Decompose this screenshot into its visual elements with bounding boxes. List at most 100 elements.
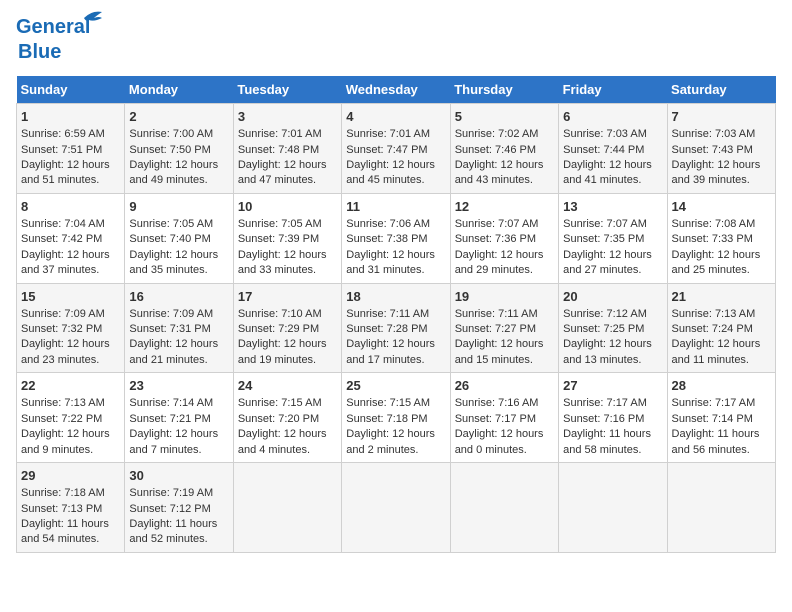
sunset-label: Sunset: 7:12 PM: [129, 503, 210, 515]
calendar-cell: 12Sunrise: 7:07 AMSunset: 7:36 PMDayligh…: [450, 193, 558, 283]
calendar-cell: 21Sunrise: 7:13 AMSunset: 7:24 PMDayligh…: [667, 283, 775, 373]
day-number: 20: [563, 288, 662, 306]
sunset-label: Sunset: 7:48 PM: [238, 144, 319, 156]
sunrise-label: Sunrise: 7:10 AM: [238, 308, 322, 320]
daylight-label: Daylight: 12 hours and 11 minutes.: [672, 338, 761, 365]
daylight-label: Daylight: 12 hours and 17 minutes.: [346, 338, 435, 365]
calendar-cell: 23Sunrise: 7:14 AMSunset: 7:21 PMDayligh…: [125, 373, 233, 463]
sunset-label: Sunset: 7:35 PM: [563, 233, 644, 245]
sunrise-label: Sunrise: 7:03 AM: [563, 128, 647, 140]
calendar-cell: 2Sunrise: 7:00 AMSunset: 7:50 PMDaylight…: [125, 104, 233, 194]
day-number: 23: [129, 377, 228, 395]
sunrise-label: Sunrise: 7:13 AM: [672, 308, 756, 320]
header-tuesday: Tuesday: [233, 76, 341, 104]
sunset-label: Sunset: 7:13 PM: [21, 503, 102, 515]
day-number: 11: [346, 198, 445, 216]
daylight-label: Daylight: 12 hours and 13 minutes.: [563, 338, 652, 365]
daylight-label: Daylight: 12 hours and 7 minutes.: [129, 428, 218, 455]
sunset-label: Sunset: 7:44 PM: [563, 144, 644, 156]
sunrise-label: Sunrise: 7:11 AM: [346, 308, 429, 320]
daylight-label: Daylight: 11 hours and 58 minutes.: [563, 428, 651, 455]
sunrise-label: Sunrise: 7:01 AM: [346, 128, 430, 140]
calendar-cell: 3Sunrise: 7:01 AMSunset: 7:48 PMDaylight…: [233, 104, 341, 194]
sunrise-label: Sunrise: 7:09 AM: [21, 308, 105, 320]
sunset-label: Sunset: 7:25 PM: [563, 323, 644, 335]
sunrise-label: Sunrise: 7:01 AM: [238, 128, 322, 140]
daylight-label: Daylight: 12 hours and 29 minutes.: [455, 249, 544, 276]
calendar-cell: [667, 463, 775, 553]
sunset-label: Sunset: 7:40 PM: [129, 233, 210, 245]
sunrise-label: Sunrise: 7:05 AM: [129, 218, 213, 230]
calendar-week-3: 15 Sunrise: 7:09 AM Sunset: 7:32 PM Dayligh…: [17, 283, 776, 373]
day-number: 21: [672, 288, 771, 306]
day-number: 30: [129, 467, 228, 485]
daylight-label: Daylight: 12 hours and 19 minutes.: [238, 338, 327, 365]
sunset-label: Sunset: 7:46 PM: [455, 144, 536, 156]
sunset-label: Sunset: 7:28 PM: [346, 323, 427, 335]
calendar-cell: 28Sunrise: 7:17 AMSunset: 7:14 PMDayligh…: [667, 373, 775, 463]
sunrise-label: Sunrise: 7:12 AM: [563, 308, 647, 320]
sunrise-label: Sunrise: 7:09 AM: [129, 308, 213, 320]
sunset-label: Sunset: 7:32 PM: [21, 323, 102, 335]
daylight-label: Daylight: 12 hours and 0 minutes.: [455, 428, 544, 455]
calendar-cell: 17Sunrise: 7:10 AMSunset: 7:29 PMDayligh…: [233, 283, 341, 373]
calendar-cell: 8Sunrise: 7:04 AMSunset: 7:42 PMDaylight…: [17, 193, 125, 283]
calendar-cell: 24Sunrise: 7:15 AMSunset: 7:20 PMDayligh…: [233, 373, 341, 463]
sunrise-label: Sunrise: 7:02 AM: [455, 128, 539, 140]
header-wednesday: Wednesday: [342, 76, 450, 104]
daylight-label: Daylight: 11 hours and 54 minutes.: [21, 518, 109, 545]
sunset-label: Sunset: 7:20 PM: [238, 413, 319, 425]
logo-bird-icon: [74, 8, 104, 28]
calendar-cell: 20 Sunrise: 7:12 AM Sunset: 7:25 PM Dayligh…: [559, 283, 667, 373]
sunset-label: Sunset: 7:39 PM: [238, 233, 319, 245]
sunrise-label: Sunrise: 7:15 AM: [346, 397, 430, 409]
sunrise-label: Sunrise: 7:17 AM: [563, 397, 647, 409]
sunrise-label: Sunrise: 7:07 AM: [563, 218, 647, 230]
daylight-label: Daylight: 12 hours and 4 minutes.: [238, 428, 327, 455]
day-number: 22: [21, 377, 120, 395]
day-number: 24: [238, 377, 337, 395]
day-number: 29: [21, 467, 120, 485]
sunset-label: Sunset: 7:31 PM: [129, 323, 210, 335]
daylight-label: Daylight: 12 hours and 43 minutes.: [455, 159, 544, 186]
day-number: 15: [21, 288, 120, 306]
sunrise-label: Sunrise: 7:04 AM: [21, 218, 105, 230]
daylight-label: Daylight: 12 hours and 15 minutes.: [455, 338, 544, 365]
sunset-label: Sunset: 7:42 PM: [21, 233, 102, 245]
sunset-label: Sunset: 7:27 PM: [455, 323, 536, 335]
sunset-label: Sunset: 7:36 PM: [455, 233, 536, 245]
calendar-cell: 5Sunrise: 7:02 AMSunset: 7:46 PMDaylight…: [450, 104, 558, 194]
day-number: 26: [455, 377, 554, 395]
calendar-cell: 18Sunrise: 7:11 AMSunset: 7:28 PMDayligh…: [342, 283, 450, 373]
calendar-header-row: SundayMondayTuesdayWednesdayThursdayFrid…: [17, 76, 776, 104]
header-thursday: Thursday: [450, 76, 558, 104]
sunrise-label: Sunrise: 7:14 AM: [129, 397, 213, 409]
daylight-label: Daylight: 12 hours and 47 minutes.: [238, 159, 327, 186]
calendar-table: SundayMondayTuesdayWednesdayThursdayFrid…: [16, 76, 776, 553]
sunrise-label: Sunrise: 7:08 AM: [672, 218, 756, 230]
calendar-cell: 15Sunrise: 7:09 AMSunset: 7:32 PMDayligh…: [17, 283, 125, 373]
sunrise-label: Sunrise: 7:11 AM: [455, 308, 538, 320]
day-number: 27: [563, 377, 662, 395]
sunrise-label: Sunrise: 7:18 AM: [21, 487, 105, 499]
sunset-label: Sunset: 7:51 PM: [21, 144, 102, 156]
calendar-cell: 10Sunrise: 7:05 AMSunset: 7:39 PMDayligh…: [233, 193, 341, 283]
daylight-label: Daylight: 12 hours and 2 minutes.: [346, 428, 435, 455]
sunset-label: Sunset: 7:29 PM: [238, 323, 319, 335]
sunset-label: Sunset: 7:43 PM: [672, 144, 753, 156]
daylight-label: Daylight: 12 hours and 41 minutes.: [563, 159, 652, 186]
calendar-week-1: 1Sunrise: 6:59 AMSunset: 7:51 PMDaylight…: [17, 104, 776, 194]
sunset-label: Sunset: 7:38 PM: [346, 233, 427, 245]
daylight-label: Daylight: 12 hours and 33 minutes.: [238, 249, 327, 276]
sunrise-label: Sunrise: 7:16 AM: [455, 397, 539, 409]
logo-blue: Blue: [16, 41, 61, 64]
sunrise-label: Sunrise: 7:13 AM: [21, 397, 105, 409]
sunrise-label: Sunrise: 7:03 AM: [672, 128, 756, 140]
day-number: 9: [129, 198, 228, 216]
sunset-label: Sunset: 7:18 PM: [346, 413, 427, 425]
daylight-label: Daylight: 12 hours and 25 minutes.: [672, 249, 761, 276]
daylight-label: Daylight: 12 hours and 31 minutes.: [346, 249, 435, 276]
calendar-cell: 4Sunrise: 7:01 AMSunset: 7:47 PMDaylight…: [342, 104, 450, 194]
day-number: 2: [129, 108, 228, 126]
calendar-week-4: 22Sunrise: 7:13 AMSunset: 7:22 PMDayligh…: [17, 373, 776, 463]
